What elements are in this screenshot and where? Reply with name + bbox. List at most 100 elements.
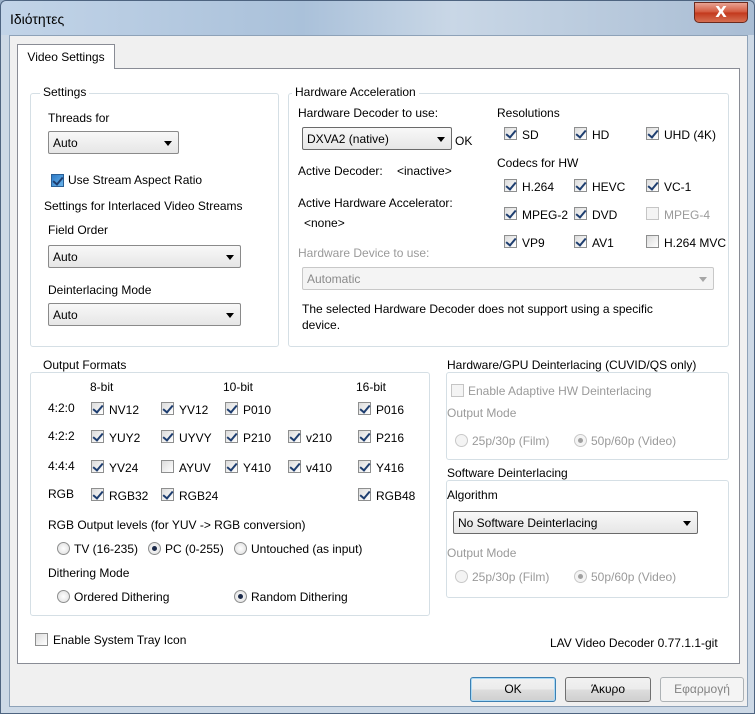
- fmt-p010-checkbox[interactable]: [225, 402, 238, 415]
- sw-output-mode-label: Output Mode: [447, 546, 517, 560]
- codec-vp9-checkbox[interactable]: [504, 235, 517, 248]
- ok-button[interactable]: OK: [470, 677, 556, 702]
- chevron-down-icon: [699, 277, 707, 282]
- fmt-p216-checkbox[interactable]: [358, 430, 371, 443]
- codec-h264mvc-checkbox[interactable]: [646, 235, 659, 248]
- active-decoder-label: Active Decoder:: [298, 164, 383, 178]
- fmt-nv12-label: NV12: [109, 403, 140, 417]
- system-tray-checkbox[interactable]: [35, 633, 48, 646]
- fmt-rgb32-checkbox[interactable]: [91, 488, 104, 501]
- res-uhd-label: UHD (4K): [664, 128, 717, 142]
- res-hd-label: HD: [592, 128, 610, 142]
- video-settings-panel: Settings Threads for Auto Use Stream Asp…: [17, 68, 740, 664]
- hw-device-label: Hardware Device to use:: [298, 246, 430, 260]
- threads-label: Threads for: [48, 111, 110, 125]
- properties-window: Ιδιότητες X Video Settings Settings Thre…: [0, 0, 755, 714]
- fmt-p010-label: P010: [243, 403, 272, 417]
- version-label: LAV Video Decoder 0.77.1.1-git: [550, 636, 718, 650]
- adaptive-hw-deint-checkbox[interactable]: [451, 384, 464, 397]
- codec-av1-checkbox[interactable]: [574, 235, 587, 248]
- title-bar[interactable]: Ιδιότητες X: [1, 1, 754, 35]
- fmt-uyvy-checkbox[interactable]: [161, 430, 174, 443]
- codec-mpeg2-checkbox[interactable]: [504, 207, 517, 220]
- hw-mode-video-radio[interactable]: [574, 434, 587, 447]
- algorithm-dropdown[interactable]: No Software Deinterlacing: [453, 511, 698, 534]
- close-button[interactable]: X: [694, 2, 748, 23]
- rgb-pc-radio[interactable]: [148, 542, 161, 555]
- fmt-v210-checkbox[interactable]: [288, 430, 301, 443]
- aspect-ratio-label: Use Stream Aspect Ratio: [68, 173, 203, 187]
- fmt-v410-label: v410: [306, 461, 333, 475]
- fmt-rgb48-checkbox[interactable]: [358, 488, 371, 501]
- fmt-yv12-label: YV12: [179, 403, 209, 417]
- fmt-rgb32-label: RGB32: [109, 489, 149, 503]
- fmt-yv24-checkbox[interactable]: [91, 460, 104, 473]
- cancel-button[interactable]: Άκυρο: [565, 677, 651, 702]
- dither-random-label: Random Dithering: [251, 590, 348, 604]
- fmt-yv24-label: YV24: [109, 461, 139, 475]
- fmt-y410-label: Y410: [243, 461, 272, 475]
- codec-vc1-checkbox[interactable]: [646, 179, 659, 192]
- codec-hevc-checkbox[interactable]: [574, 179, 587, 192]
- fmt-v410-checkbox[interactable]: [288, 460, 301, 473]
- output-formats-group-label: Output Formats: [40, 358, 130, 372]
- fmt-yuy2-checkbox[interactable]: [91, 430, 104, 443]
- algorithm-label: Algorithm: [447, 488, 498, 502]
- sw-mode-film-radio[interactable]: [455, 570, 468, 583]
- fmt-yv12-checkbox[interactable]: [161, 402, 174, 415]
- apply-button[interactable]: Εφαρμογή: [660, 677, 744, 702]
- hw-mode-film-label: 25p/30p (Film): [472, 434, 550, 448]
- aspect-ratio-checkbox[interactable]: [51, 174, 64, 187]
- codec-h264-label: H.264: [522, 180, 555, 194]
- hw-device-dropdown[interactable]: Automatic: [302, 267, 714, 290]
- rgb-untouched-radio[interactable]: [234, 542, 247, 555]
- dither-ordered-label: Ordered Dithering: [74, 590, 170, 604]
- chevron-down-icon: [226, 313, 234, 318]
- sw-deint-group-label: Software Deinterlacing: [444, 466, 571, 480]
- col-10bit-label: 10-bit: [223, 380, 254, 394]
- codec-h264-checkbox[interactable]: [504, 179, 517, 192]
- tab-video-settings[interactable]: Video Settings: [17, 44, 115, 69]
- codec-mpeg4-checkbox[interactable]: [646, 207, 659, 220]
- hw-mode-film-radio[interactable]: [455, 434, 468, 447]
- rgb-tv-radio[interactable]: [57, 542, 70, 555]
- fmt-rgb48-label: RGB48: [376, 489, 416, 503]
- fmt-p016-checkbox[interactable]: [358, 402, 371, 415]
- fmt-y410-checkbox[interactable]: [225, 460, 238, 473]
- field-order-dropdown[interactable]: Auto: [48, 245, 241, 268]
- fmt-y416-checkbox[interactable]: [358, 460, 371, 473]
- fmt-ayuv-checkbox[interactable]: [161, 460, 174, 473]
- res-sd-checkbox[interactable]: [504, 127, 517, 140]
- sw-mode-video-radio[interactable]: [574, 570, 587, 583]
- field-order-label: Field Order: [48, 223, 109, 237]
- sw-mode-video-label: 50p/60p (Video): [591, 570, 677, 584]
- row-422-label: 4:2:2: [48, 429, 75, 443]
- codec-dvd-checkbox[interactable]: [574, 207, 587, 220]
- fmt-nv12-checkbox[interactable]: [91, 402, 104, 415]
- fmt-yuy2-label: YUY2: [109, 431, 141, 445]
- dither-random-radio[interactable]: [234, 590, 247, 603]
- fmt-p210-checkbox[interactable]: [225, 430, 238, 443]
- fmt-uyvy-label: UYVY: [179, 431, 212, 445]
- hw-deint-group-label: Hardware/GPU Deinterlacing (CUVID/QS onl…: [444, 358, 700, 372]
- res-uhd-checkbox[interactable]: [646, 127, 659, 140]
- window-title: Ιδιότητες: [10, 11, 65, 27]
- hw-decoder-dropdown[interactable]: DXVA2 (native): [302, 127, 452, 150]
- settings-group-label: Settings: [40, 85, 90, 99]
- codec-vc1-label: VC-1: [664, 180, 692, 194]
- fmt-rgb24-checkbox[interactable]: [161, 488, 174, 501]
- deint-mode-dropdown[interactable]: Auto: [48, 303, 241, 326]
- hw-decoder-value: DXVA2 (native): [307, 132, 389, 146]
- hw-device-note-1: The selected Hardware Decoder does not s…: [302, 302, 653, 316]
- rgb-untouched-label: Untouched (as input): [251, 542, 363, 556]
- dither-ordered-radio[interactable]: [57, 590, 70, 603]
- interlaced-settings-label: Settings for Interlaced Video Streams: [44, 199, 243, 213]
- codec-mpeg2-label: MPEG-2: [522, 208, 569, 222]
- field-order-value: Auto: [53, 250, 78, 264]
- rgb-tv-label: TV (16-235): [74, 542, 139, 556]
- threads-dropdown[interactable]: Auto: [48, 131, 179, 154]
- hw-device-value: Automatic: [307, 272, 361, 286]
- hw-mode-video-label: 50p/60p (Video): [591, 434, 677, 448]
- res-hd-checkbox[interactable]: [574, 127, 587, 140]
- dithering-label: Dithering Mode: [48, 566, 130, 580]
